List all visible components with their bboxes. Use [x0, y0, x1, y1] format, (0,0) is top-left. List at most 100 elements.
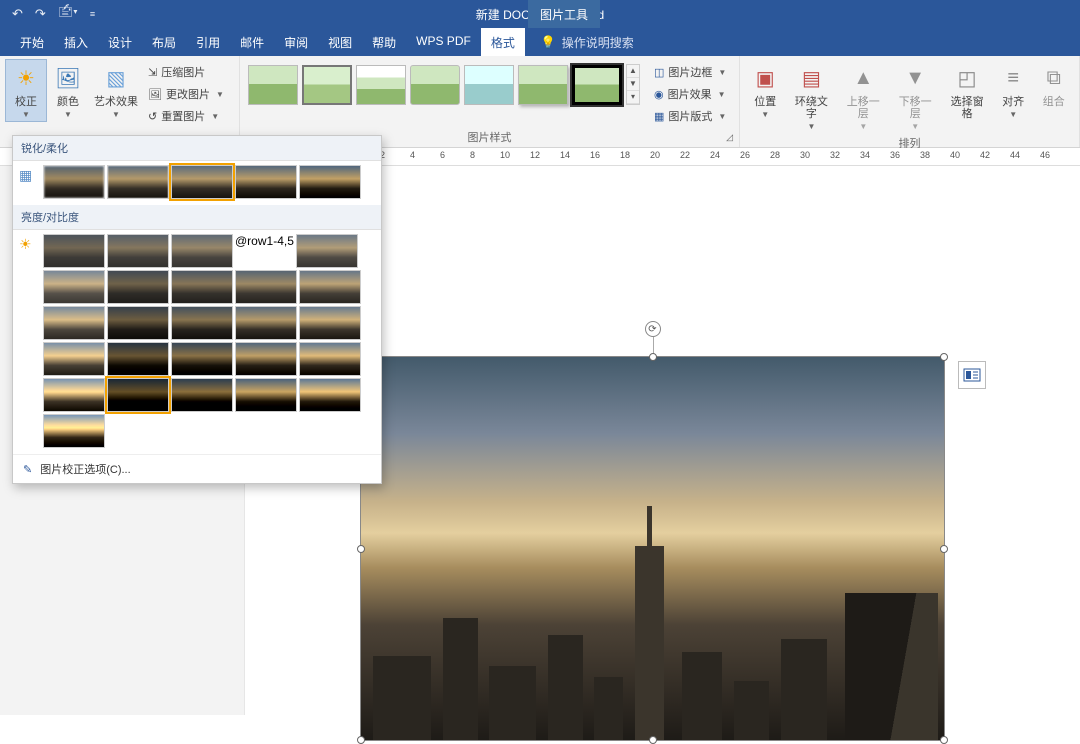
- selection-pane-icon: ◰: [951, 62, 983, 94]
- tab-home[interactable]: 开始: [10, 28, 54, 56]
- style-thumb-6[interactable]: [518, 65, 568, 105]
- bc-thumb[interactable]: [171, 234, 233, 268]
- bc-thumb[interactable]: [43, 342, 105, 376]
- bc-thumb[interactable]: [235, 378, 297, 412]
- bring-forward-button[interactable]: ▲上移一层▼: [838, 60, 888, 133]
- sharpen-thumb-3-selected[interactable]: [171, 165, 233, 199]
- tell-me-search[interactable]: 💡 操作说明搜索: [525, 28, 634, 56]
- bc-thumb[interactable]: [299, 378, 361, 412]
- quick-access-toolbar: ↶ ↷ 🖆▾ ≡: [0, 1, 99, 27]
- change-picture-button[interactable]: 🖼更改图片▼: [144, 84, 228, 104]
- resize-handle-r[interactable]: [940, 545, 948, 553]
- position-button[interactable]: ▣位置▼: [746, 60, 784, 121]
- bc-thumb[interactable]: [107, 234, 169, 268]
- selection-pane-button[interactable]: ◰选择窗格: [942, 60, 992, 122]
- resize-handle-bl[interactable]: [357, 736, 365, 744]
- bc-thumb[interactable]: [235, 306, 297, 340]
- picture-layout-button[interactable]: ▦图片版式▼: [650, 106, 730, 126]
- resize-handle-tr[interactable]: [940, 353, 948, 361]
- bc-thumb[interactable]: [107, 306, 169, 340]
- sharpen-row: ▦: [13, 161, 381, 205]
- rotate-handle[interactable]: ⟳: [645, 321, 661, 337]
- compress-picture-button[interactable]: ⇲压缩图片: [144, 62, 228, 82]
- resize-handle-br[interactable]: [940, 736, 948, 744]
- gallery-more[interactable]: ▾: [627, 91, 639, 104]
- tab-mailings[interactable]: 邮件: [230, 28, 274, 56]
- resize-handle-l[interactable]: [357, 545, 365, 553]
- color-button[interactable]: 🖼 颜色 ▼: [48, 60, 88, 121]
- tab-references[interactable]: 引用: [186, 28, 230, 56]
- tab-format[interactable]: 格式: [481, 28, 525, 56]
- style-thumb-7-selected[interactable]: [572, 65, 622, 105]
- redo-icon[interactable]: ↷: [31, 4, 50, 24]
- corrections-button[interactable]: ☀ 校正 ▼: [6, 60, 46, 121]
- gallery-scroll-up[interactable]: ▲: [627, 65, 639, 78]
- picture-border-button[interactable]: ◫图片边框▼: [650, 62, 730, 82]
- position-label: 位置: [754, 96, 776, 108]
- gallery-scroll-down[interactable]: ▼: [627, 78, 639, 91]
- bc-thumb[interactable]: [235, 342, 297, 376]
- style-thumb-4[interactable]: [410, 65, 460, 105]
- send-backward-icon: ▼: [899, 62, 931, 94]
- artistic-effects-button[interactable]: ▧ 艺术效果 ▼: [90, 60, 142, 121]
- bc-thumb[interactable]: [296, 234, 358, 268]
- sharpen-thumb-2[interactable]: [107, 165, 169, 199]
- reset-picture-button[interactable]: ↺重置图片▼: [144, 106, 228, 126]
- sharpen-thumb-4[interactable]: [235, 165, 297, 199]
- layout-icon: ▦: [654, 110, 664, 123]
- corrections-options-label: 图片校正选项(C)...: [40, 461, 130, 477]
- picture-effects-label: 图片效果: [668, 86, 712, 102]
- picture-effects-button[interactable]: ◉图片效果▼: [650, 84, 730, 104]
- tab-layout[interactable]: 布局: [142, 28, 186, 56]
- align-button[interactable]: ≡对齐▼: [994, 60, 1032, 121]
- bc-thumb[interactable]: [43, 234, 105, 268]
- bc-thumb[interactable]: [171, 270, 233, 304]
- bc-thumb[interactable]: [171, 342, 233, 376]
- layout-options-button[interactable]: [958, 361, 986, 389]
- bc-thumb[interactable]: [171, 378, 233, 412]
- bc-thumb[interactable]: [43, 270, 105, 304]
- style-thumb-3[interactable]: [356, 65, 406, 105]
- bc-thumb[interactable]: [299, 342, 361, 376]
- resize-handle-t[interactable]: [649, 353, 657, 361]
- resize-handle-b[interactable]: [649, 736, 657, 744]
- tab-insert[interactable]: 插入: [54, 28, 98, 56]
- wrap-text-button[interactable]: ▤环绕文字▼: [786, 60, 836, 133]
- bc-thumb[interactable]: [171, 306, 233, 340]
- picture-content: [361, 357, 944, 740]
- touch-mode-icon[interactable]: 🖆▾: [54, 1, 82, 27]
- bc-thumb[interactable]: [107, 342, 169, 376]
- color-label: 颜色: [57, 96, 79, 108]
- bc-thumb[interactable]: [299, 270, 361, 304]
- tab-view[interactable]: 视图: [318, 28, 362, 56]
- bc-thumb[interactable]: [299, 306, 361, 340]
- sharpen-thumb-5[interactable]: [299, 165, 361, 199]
- bc-thumb[interactable]: [43, 306, 105, 340]
- style-thumb-1[interactable]: [248, 65, 298, 105]
- bc-thumb[interactable]: [43, 378, 105, 412]
- tab-review[interactable]: 审阅: [274, 28, 318, 56]
- bc-thumb[interactable]: [235, 270, 297, 304]
- style-thumb-5[interactable]: [464, 65, 514, 105]
- bc-thumb[interactable]: [43, 414, 105, 448]
- selected-picture[interactable]: ⟳: [360, 356, 945, 741]
- tab-help[interactable]: 帮助: [362, 28, 406, 56]
- tab-design[interactable]: 设计: [98, 28, 142, 56]
- picture-corrections-options[interactable]: ✎ 图片校正选项(C)...: [13, 454, 381, 483]
- change-icon: 🖼: [148, 88, 162, 101]
- wrap-icon: ▤: [795, 62, 827, 94]
- dialog-launcher-icon[interactable]: ◿: [726, 132, 733, 143]
- bc-thumb[interactable]: [107, 270, 169, 304]
- group-objects-button[interactable]: ⧉组合: [1035, 60, 1073, 110]
- bc-thumb-selected[interactable]: [107, 378, 169, 412]
- style-thumb-2[interactable]: [302, 65, 352, 105]
- sharpen-thumb-1[interactable]: [43, 165, 105, 199]
- send-backward-button[interactable]: ▼下移一层▼: [890, 60, 940, 133]
- undo-icon[interactable]: ↶: [8, 4, 27, 24]
- grid-icon: ▦: [19, 167, 32, 184]
- send-backward-label: 下移一层: [894, 96, 936, 120]
- chevron-down-icon: ▼: [112, 110, 120, 119]
- tab-wps-pdf[interactable]: WPS PDF: [406, 28, 481, 56]
- chevron-down-icon: ▼: [859, 122, 867, 131]
- qat-more-icon[interactable]: ≡: [86, 7, 99, 21]
